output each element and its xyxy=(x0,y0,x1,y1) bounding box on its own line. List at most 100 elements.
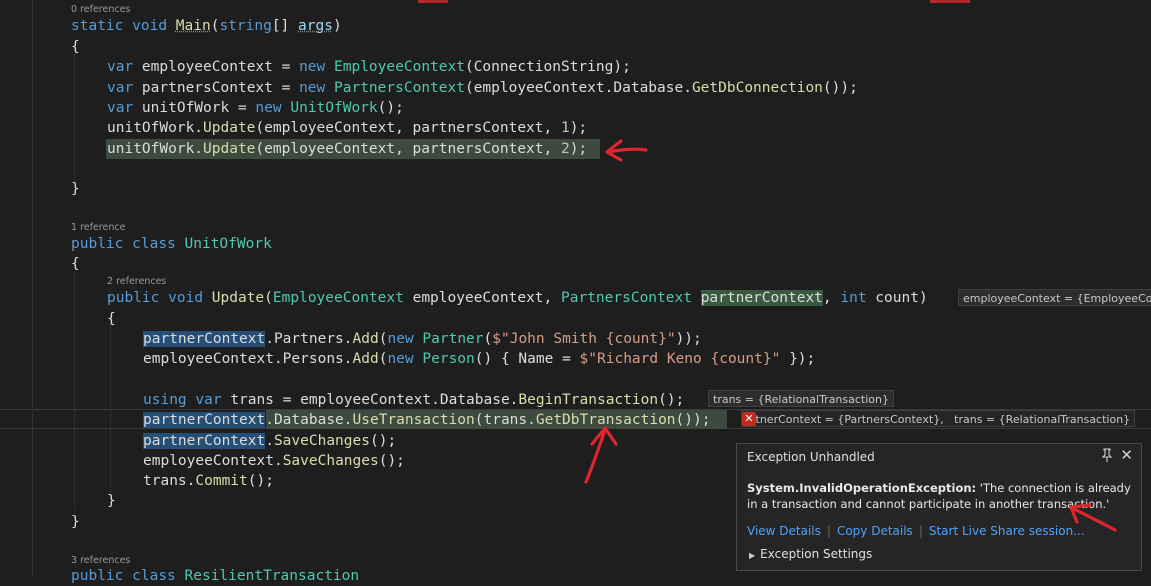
method-name: BeginTransaction xyxy=(518,392,659,408)
code-text: ( xyxy=(483,331,493,347)
string-literal: $"Richard Keno {count}" xyxy=(579,351,781,367)
code-text: trans = employeeContext.Database. xyxy=(221,392,519,408)
exception-message: System.InvalidOperationException: 'The c… xyxy=(747,480,1132,512)
code-line: public void Update(EmployeeContext emplo… xyxy=(107,288,928,308)
datatip-inline[interactable]: rtnerContext = {PartnersContext}, trans … xyxy=(741,410,1136,427)
code-line: static void Main(string[] args) xyxy=(71,16,342,36)
datatip-inline[interactable]: employeeContext = {EmployeeCon xyxy=(958,289,1151,306)
exception-popup: Exception Unhandled ✕ System.InvalidOper… xyxy=(736,443,1142,571)
method-name: SaveChanges xyxy=(282,453,379,469)
code-text: (); xyxy=(369,433,397,449)
exception-settings-toggle[interactable]: ▶ Exception Settings xyxy=(749,547,872,561)
codelens-references[interactable]: 1 reference xyxy=(71,221,125,235)
keyword: new xyxy=(299,59,326,75)
code-text: ); xyxy=(569,141,588,157)
type-name: ResilientTransaction xyxy=(184,568,360,584)
keyword: new xyxy=(387,351,414,367)
parameter: args xyxy=(298,18,333,34)
view-details-link[interactable]: View Details xyxy=(747,524,821,538)
code-text: , xyxy=(822,290,841,306)
code-text: employeeContext, xyxy=(403,290,561,306)
error-squiggle-fragment xyxy=(930,0,970,3)
keyword: var xyxy=(107,100,134,116)
code-text: (); xyxy=(378,453,405,469)
close-icon[interactable]: ✕ xyxy=(1120,446,1133,464)
exception-links: View Details | Copy Details | Start Live Sha… xyxy=(747,524,1085,538)
keyword: public xyxy=(107,290,160,306)
code-text: (); xyxy=(247,473,274,489)
method-name: Update xyxy=(211,290,265,306)
code-line: { xyxy=(71,256,80,272)
type-name: EmployeeContext xyxy=(334,59,465,75)
code-text: (employeeContext.Database. xyxy=(464,80,692,96)
datatip-inline[interactable]: trans = {RelationalTransaction} xyxy=(708,390,894,407)
keyword: string xyxy=(219,18,272,34)
error-squiggle-fragment xyxy=(418,0,448,3)
code-line: partnerContext.Database.UseTransaction(t… xyxy=(143,410,710,430)
method-name: Main xyxy=(175,18,211,34)
code-text: ); xyxy=(569,120,588,136)
code-text: unitOfWork. xyxy=(107,120,204,136)
keyword: var xyxy=(195,392,222,408)
code-line: partnerContext.Partners.Add(new Partner(… xyxy=(143,329,702,349)
code-text: trans. xyxy=(143,473,196,489)
code-text: }); xyxy=(780,351,816,367)
code-line: { xyxy=(107,311,116,327)
code-line: } xyxy=(71,514,80,530)
code-text: employeeContext. xyxy=(143,453,283,469)
number-literal: 1 xyxy=(560,120,570,136)
error-icon: ✕ xyxy=(742,412,756,426)
code-text: (trans. xyxy=(474,412,536,428)
triangle-right-icon: ▶ xyxy=(749,551,756,560)
code-text: (); xyxy=(658,392,685,408)
keyword: int xyxy=(840,290,867,306)
code-text: )); xyxy=(675,331,702,347)
code-line: { xyxy=(71,39,80,55)
method-name: Commit xyxy=(195,473,248,489)
keyword: void xyxy=(132,18,168,34)
type-name: PartnersContext xyxy=(334,80,465,96)
link-separator: | xyxy=(826,524,831,538)
codelens-references[interactable]: 0 references xyxy=(71,3,130,17)
keyword: var xyxy=(107,59,134,75)
code-line: public class ResilientTransaction xyxy=(71,566,359,586)
method-name: Add xyxy=(352,351,379,367)
code-line: employeeContext.SaveChanges(); xyxy=(143,451,405,471)
keyword: static xyxy=(71,18,124,34)
method-name: UseTransaction xyxy=(352,412,475,428)
indent-guide xyxy=(110,324,111,492)
code-line: unitOfWork.Update(employeeContext, partn… xyxy=(107,139,587,159)
keyword: public xyxy=(71,236,124,252)
code-text: employeeContext = xyxy=(133,59,300,75)
copy-details-link[interactable]: Copy Details xyxy=(837,524,913,538)
code-line: unitOfWork.Update(employeeContext, partn… xyxy=(107,118,587,138)
keyword: new xyxy=(255,100,282,116)
code-text: [] xyxy=(271,18,299,34)
code-text: (employeeContext, partnersContext, xyxy=(255,141,561,157)
code-text: count) xyxy=(866,290,928,306)
indent-guide xyxy=(74,272,75,510)
keyword: new xyxy=(387,331,414,347)
live-share-link[interactable]: Start Live Share session... xyxy=(929,524,1085,538)
code-text: unitOfWork. xyxy=(107,141,204,157)
codelens-references[interactable]: 2 references xyxy=(107,275,166,289)
keyword: var xyxy=(107,80,134,96)
code-text: .Database. xyxy=(265,412,353,428)
method-name: Add xyxy=(352,331,379,347)
parameter-highlighted: partnerContext xyxy=(700,290,823,306)
string-literal: $"John Smith {count}" xyxy=(492,331,676,347)
pin-icon[interactable] xyxy=(1101,448,1113,465)
code-line: } xyxy=(107,493,116,509)
code-line: partnerContext.SaveChanges(); xyxy=(143,431,396,451)
code-text: (employeeContext, partnersContext, xyxy=(255,120,561,136)
type-name: EmployeeContext xyxy=(272,290,404,306)
